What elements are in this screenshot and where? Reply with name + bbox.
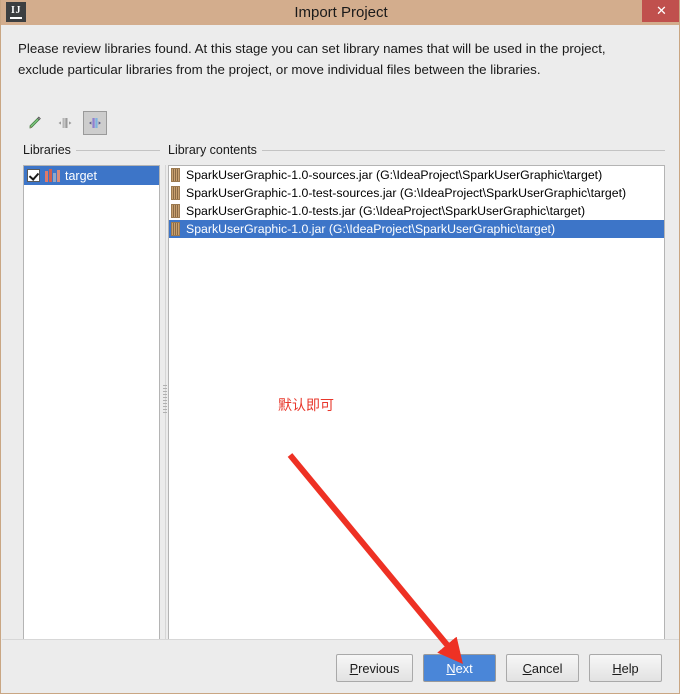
cancel-button[interactable]: Cancel <box>506 654 579 682</box>
library-contents-list[interactable]: SparkUserGraphic-1.0-sources.jar (G:\Ide… <box>168 165 665 658</box>
help-button[interactable]: Help <box>589 654 662 682</box>
previous-button[interactable]: Previous <box>336 654 413 682</box>
next-button-label-rest: ext <box>455 660 473 676</box>
cancel-button-label-rest: ancel <box>531 660 563 676</box>
books-icon <box>45 169 60 182</box>
table-row[interactable]: SparkUserGraphic-1.0-tests.jar (G:\IdeaP… <box>169 202 664 220</box>
libraries-section-label: Libraries <box>23 143 76 157</box>
jar-file-icon <box>171 204 180 218</box>
dialog-button-bar: Previous Next Cancel Help <box>2 639 679 693</box>
help-button-label-rest: elp <box>621 660 639 676</box>
jar-file-icon <box>171 222 180 236</box>
jar-path: SparkUserGraphic-1.0.jar (G:\IdeaProject… <box>186 222 556 236</box>
jar-file-icon <box>171 186 180 200</box>
page-title: Import Project <box>294 4 388 21</box>
annotation-note: 默认即可 <box>278 398 334 414</box>
help-button-mnemonic: H <box>612 660 622 676</box>
table-row[interactable]: SparkUserGraphic-1.0.jar (G:\IdeaProject… <box>169 220 664 238</box>
table-row[interactable]: SparkUserGraphic-1.0-sources.jar (G:\Ide… <box>169 166 664 184</box>
close-icon[interactable]: ✕ <box>642 0 679 22</box>
split-library-icon[interactable] <box>83 111 107 135</box>
library-toolbar <box>23 111 107 135</box>
dialog-description: Please review libraries found. At this s… <box>18 41 606 77</box>
cancel-button-mnemonic: C <box>522 660 532 676</box>
list-item[interactable]: target <box>24 166 159 185</box>
jar-path: SparkUserGraphic-1.0-tests.jar (G:\IdeaP… <box>186 204 586 218</box>
library-checkbox[interactable] <box>27 169 40 182</box>
next-button[interactable]: Next <box>423 654 496 682</box>
library-name: target <box>65 168 97 183</box>
edit-pencil-icon[interactable] <box>23 111 47 135</box>
import-project-dialog: IJ Import Project ✕ Please review librar… <box>0 0 680 694</box>
dialog-content: Please review libraries found. At this s… <box>2 25 679 658</box>
jar-file-icon <box>171 168 180 182</box>
jar-path: SparkUserGraphic-1.0-sources.jar (G:\Ide… <box>186 168 603 182</box>
libraries-list[interactable]: target <box>23 165 160 658</box>
library-contents-section-label: Library contents <box>168 143 262 157</box>
title-bar: IJ Import Project ✕ <box>1 0 679 25</box>
table-row[interactable]: SparkUserGraphic-1.0-test-sources.jar (G… <box>169 184 664 202</box>
merge-libraries-icon[interactable] <box>53 111 77 135</box>
next-button-mnemonic: N <box>446 660 456 676</box>
previous-button-label-rest: revious <box>358 660 400 676</box>
jar-path: SparkUserGraphic-1.0-test-sources.jar (G… <box>186 186 627 200</box>
previous-button-mnemonic: P <box>349 660 359 676</box>
